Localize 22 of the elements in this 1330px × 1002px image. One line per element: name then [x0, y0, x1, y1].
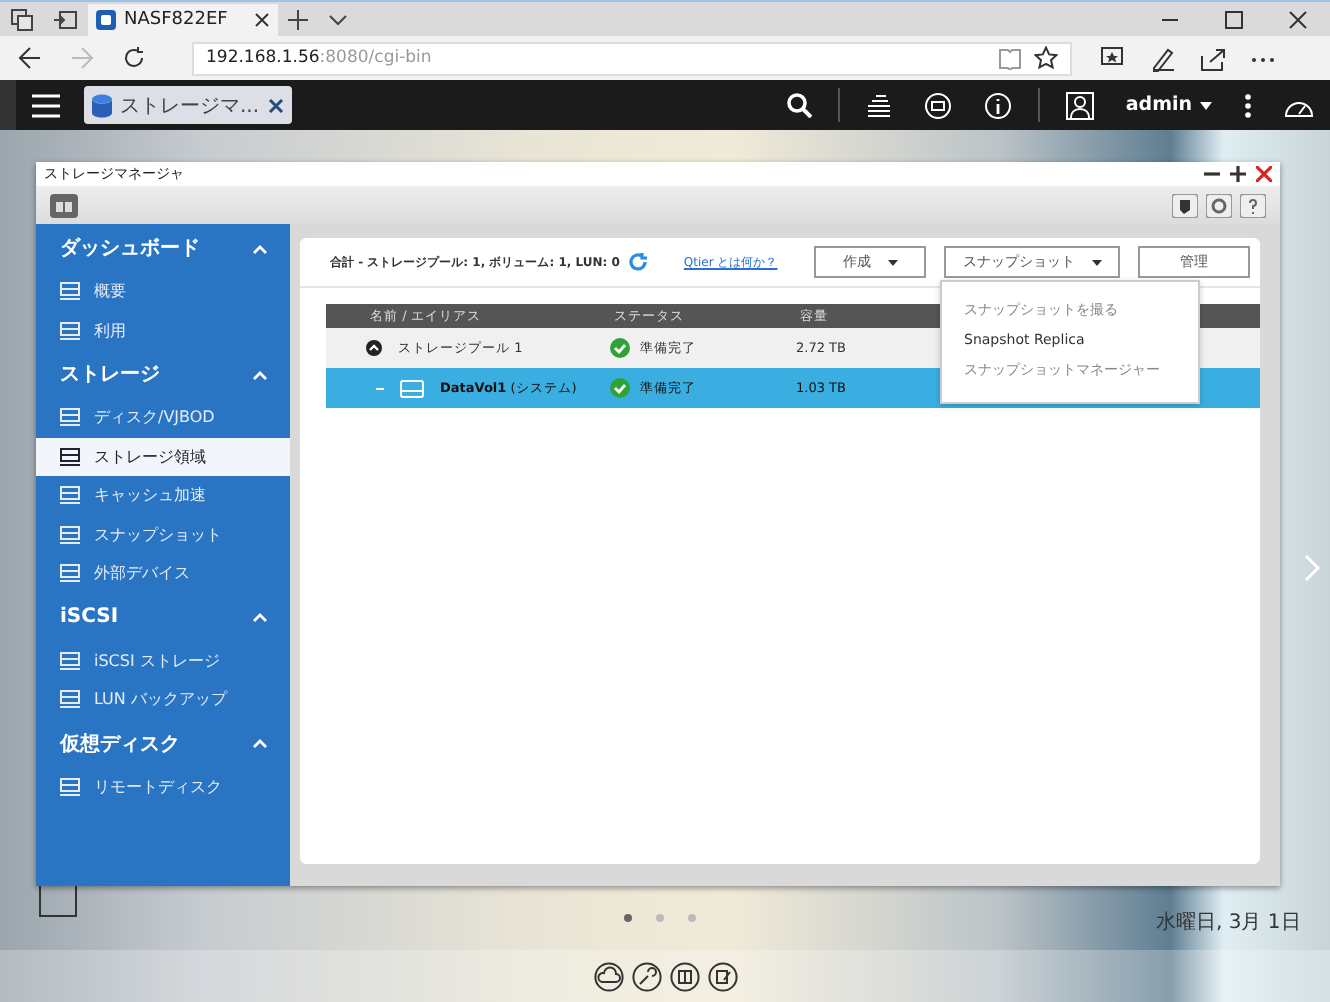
url-text: 192.168.1.56:8080/cgi-bin	[206, 48, 432, 68]
browser-tab[interactable]: NASF822EF	[88, 3, 278, 37]
section-header[interactable]: ストレージ	[36, 350, 290, 398]
sidebar-item[interactable]: ストレージ領域	[36, 437, 290, 476]
sidebar-item[interactable]: 利用	[36, 311, 290, 350]
sidebar-item[interactable]: ディスク/VJBOD	[36, 398, 290, 437]
tab-title: NASF822EF	[124, 10, 230, 30]
sidebar-item[interactable]: LUN バックアップ	[36, 680, 290, 719]
sidebar-item[interactable]: iSCSI ストレージ	[36, 641, 290, 680]
section-header[interactable]: ダッシュボード	[36, 224, 290, 272]
app-tab[interactable]: ストレージマ...	[84, 86, 292, 124]
sidebar-item[interactable]: 概要	[36, 272, 290, 311]
sidebar-item[interactable]: キャッシュ加速	[36, 476, 290, 515]
sidebar-item[interactable]: リモートディスク	[36, 767, 290, 806]
address-field[interactable]: 192.168.1.56:8080/cgi-bin	[192, 41, 1072, 75]
user-menu-button[interactable]: admin	[1125, 94, 1212, 116]
date-text: 水曜日, 3月 1日	[1156, 909, 1301, 936]
section-header[interactable]: 仮想ディスク	[36, 719, 290, 767]
sidebar-item[interactable]: スナップショット	[36, 515, 290, 554]
sidebar-item[interactable]: 外部デバイス	[36, 554, 290, 593]
section-header[interactable]: iSCSI	[36, 593, 290, 641]
tab-title: ストレージマ...	[120, 93, 260, 119]
